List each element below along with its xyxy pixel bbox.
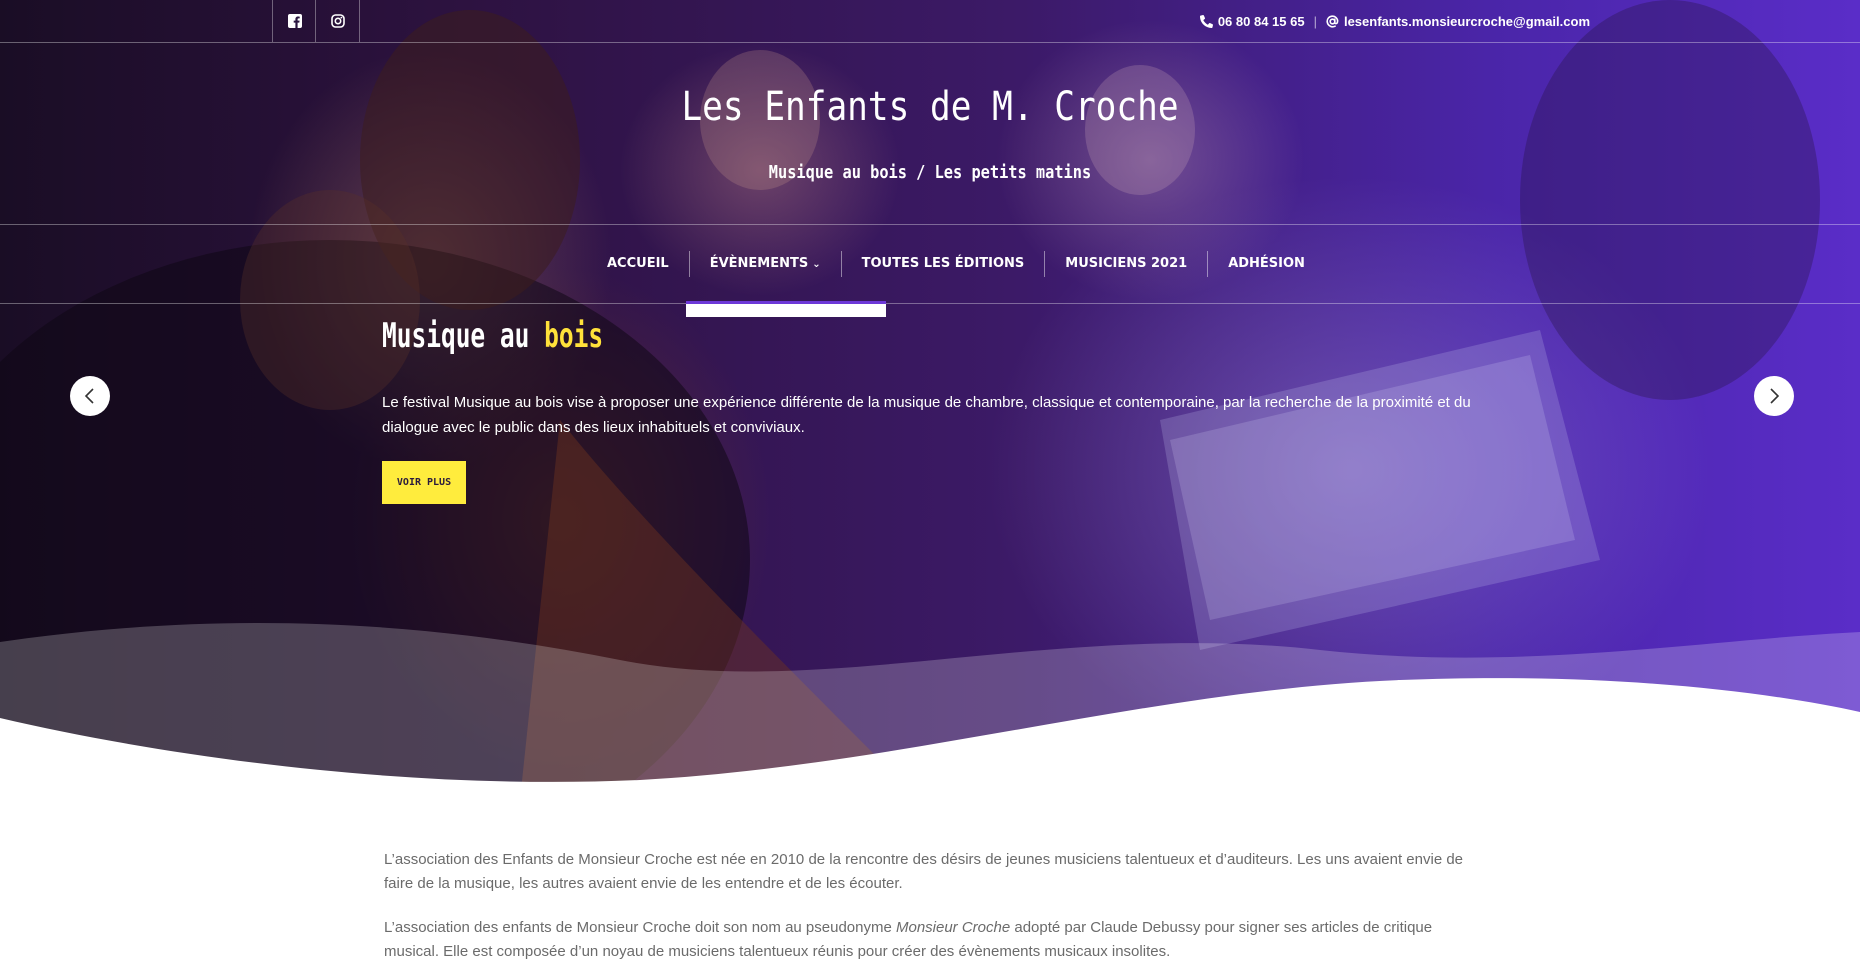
nav-items: ACCUEIL ÉVÈNEMENTS ⌄ TOUTES LES ÉDITIONS … — [587, 251, 1325, 277]
phone-number[interactable]: 06 80 84 15 65 — [1218, 14, 1305, 29]
voir-plus-button[interactable]: VOIR PLUS — [382, 461, 466, 504]
about-paragraph-1: L’association des Enfants de Monsieur Cr… — [384, 851, 1464, 892]
slide-title: Musique au bois — [382, 316, 603, 356]
site-tagline: Musique au bois / Les petits matins — [768, 162, 1092, 183]
slide-title-highlight: bois — [544, 316, 604, 356]
nav-item-musiciens-2021[interactable]: MUSICIENS 2021 — [1044, 251, 1207, 277]
chevron-right-icon — [1770, 388, 1780, 404]
about-section: L’association des Enfants de Monsieur Cr… — [384, 848, 1484, 975]
email-link[interactable]: lesenfants.monsieurcroche@gmail.com — [1344, 14, 1590, 29]
slide-title-main: Musique au — [382, 316, 530, 356]
about-paragraph-2-emphasis: Monsieur Croche — [895, 919, 1011, 936]
contact-separator: | — [1313, 13, 1317, 29]
about-paragraph-2: L’association des enfants de Monsieur Cr… — [384, 916, 1484, 964]
chevron-left-icon — [84, 388, 94, 404]
nav-item-accueil[interactable]: ACCUEIL — [587, 251, 689, 277]
nav-item-label: TOUTES LES ÉDITIONS — [861, 256, 1025, 271]
facebook-icon — [287, 14, 302, 28]
nav-item-label: MUSICIENS 2021 — [1065, 256, 1188, 271]
nav-item-evenements[interactable]: ÉVÈNEMENTS ⌄ — [688, 251, 841, 277]
contact-info: 06 80 84 15 65 | lesenfants.monsieurcroc… — [1199, 0, 1590, 42]
slider-prev-button[interactable] — [70, 376, 110, 416]
phone-icon — [1199, 14, 1213, 28]
chevron-down-icon: ⌄ — [812, 259, 821, 270]
slider-next-button[interactable] — [1754, 376, 1794, 416]
nav-item-label: ÉVÈNEMENTS — [709, 256, 809, 271]
page: 06 80 84 15 65 | lesenfants.monsieurcroc… — [0, 0, 1860, 975]
nav-active-indicator — [686, 301, 886, 317]
about-paragraph-2-start: L’association des enfants de Monsieur Cr… — [384, 919, 896, 936]
at-icon — [1326, 14, 1339, 28]
nav-item-label: ADHÉSION — [1228, 256, 1305, 271]
nav-item-toutes-les-editions[interactable]: TOUTES LES ÉDITIONS — [840, 251, 1045, 277]
main-navigation: ACCUEIL ÉVÈNEMENTS ⌄ TOUTES LES ÉDITIONS … — [0, 224, 1860, 304]
facebook-link[interactable] — [272, 0, 316, 42]
instagram-icon — [330, 14, 345, 28]
hero-slider: 06 80 84 15 65 | lesenfants.monsieurcroc… — [0, 0, 1860, 800]
nav-item-label: ACCUEIL — [607, 256, 669, 271]
nav-item-adhesion[interactable]: ADHÉSION — [1207, 251, 1325, 277]
instagram-link[interactable] — [315, 0, 360, 42]
site-title[interactable]: Les Enfants de M. Croche — [130, 84, 1730, 130]
top-bar: 06 80 84 15 65 | lesenfants.monsieurcroc… — [0, 0, 1860, 43]
slide-description: Le festival Musique au bois vise à propo… — [382, 394, 1471, 436]
